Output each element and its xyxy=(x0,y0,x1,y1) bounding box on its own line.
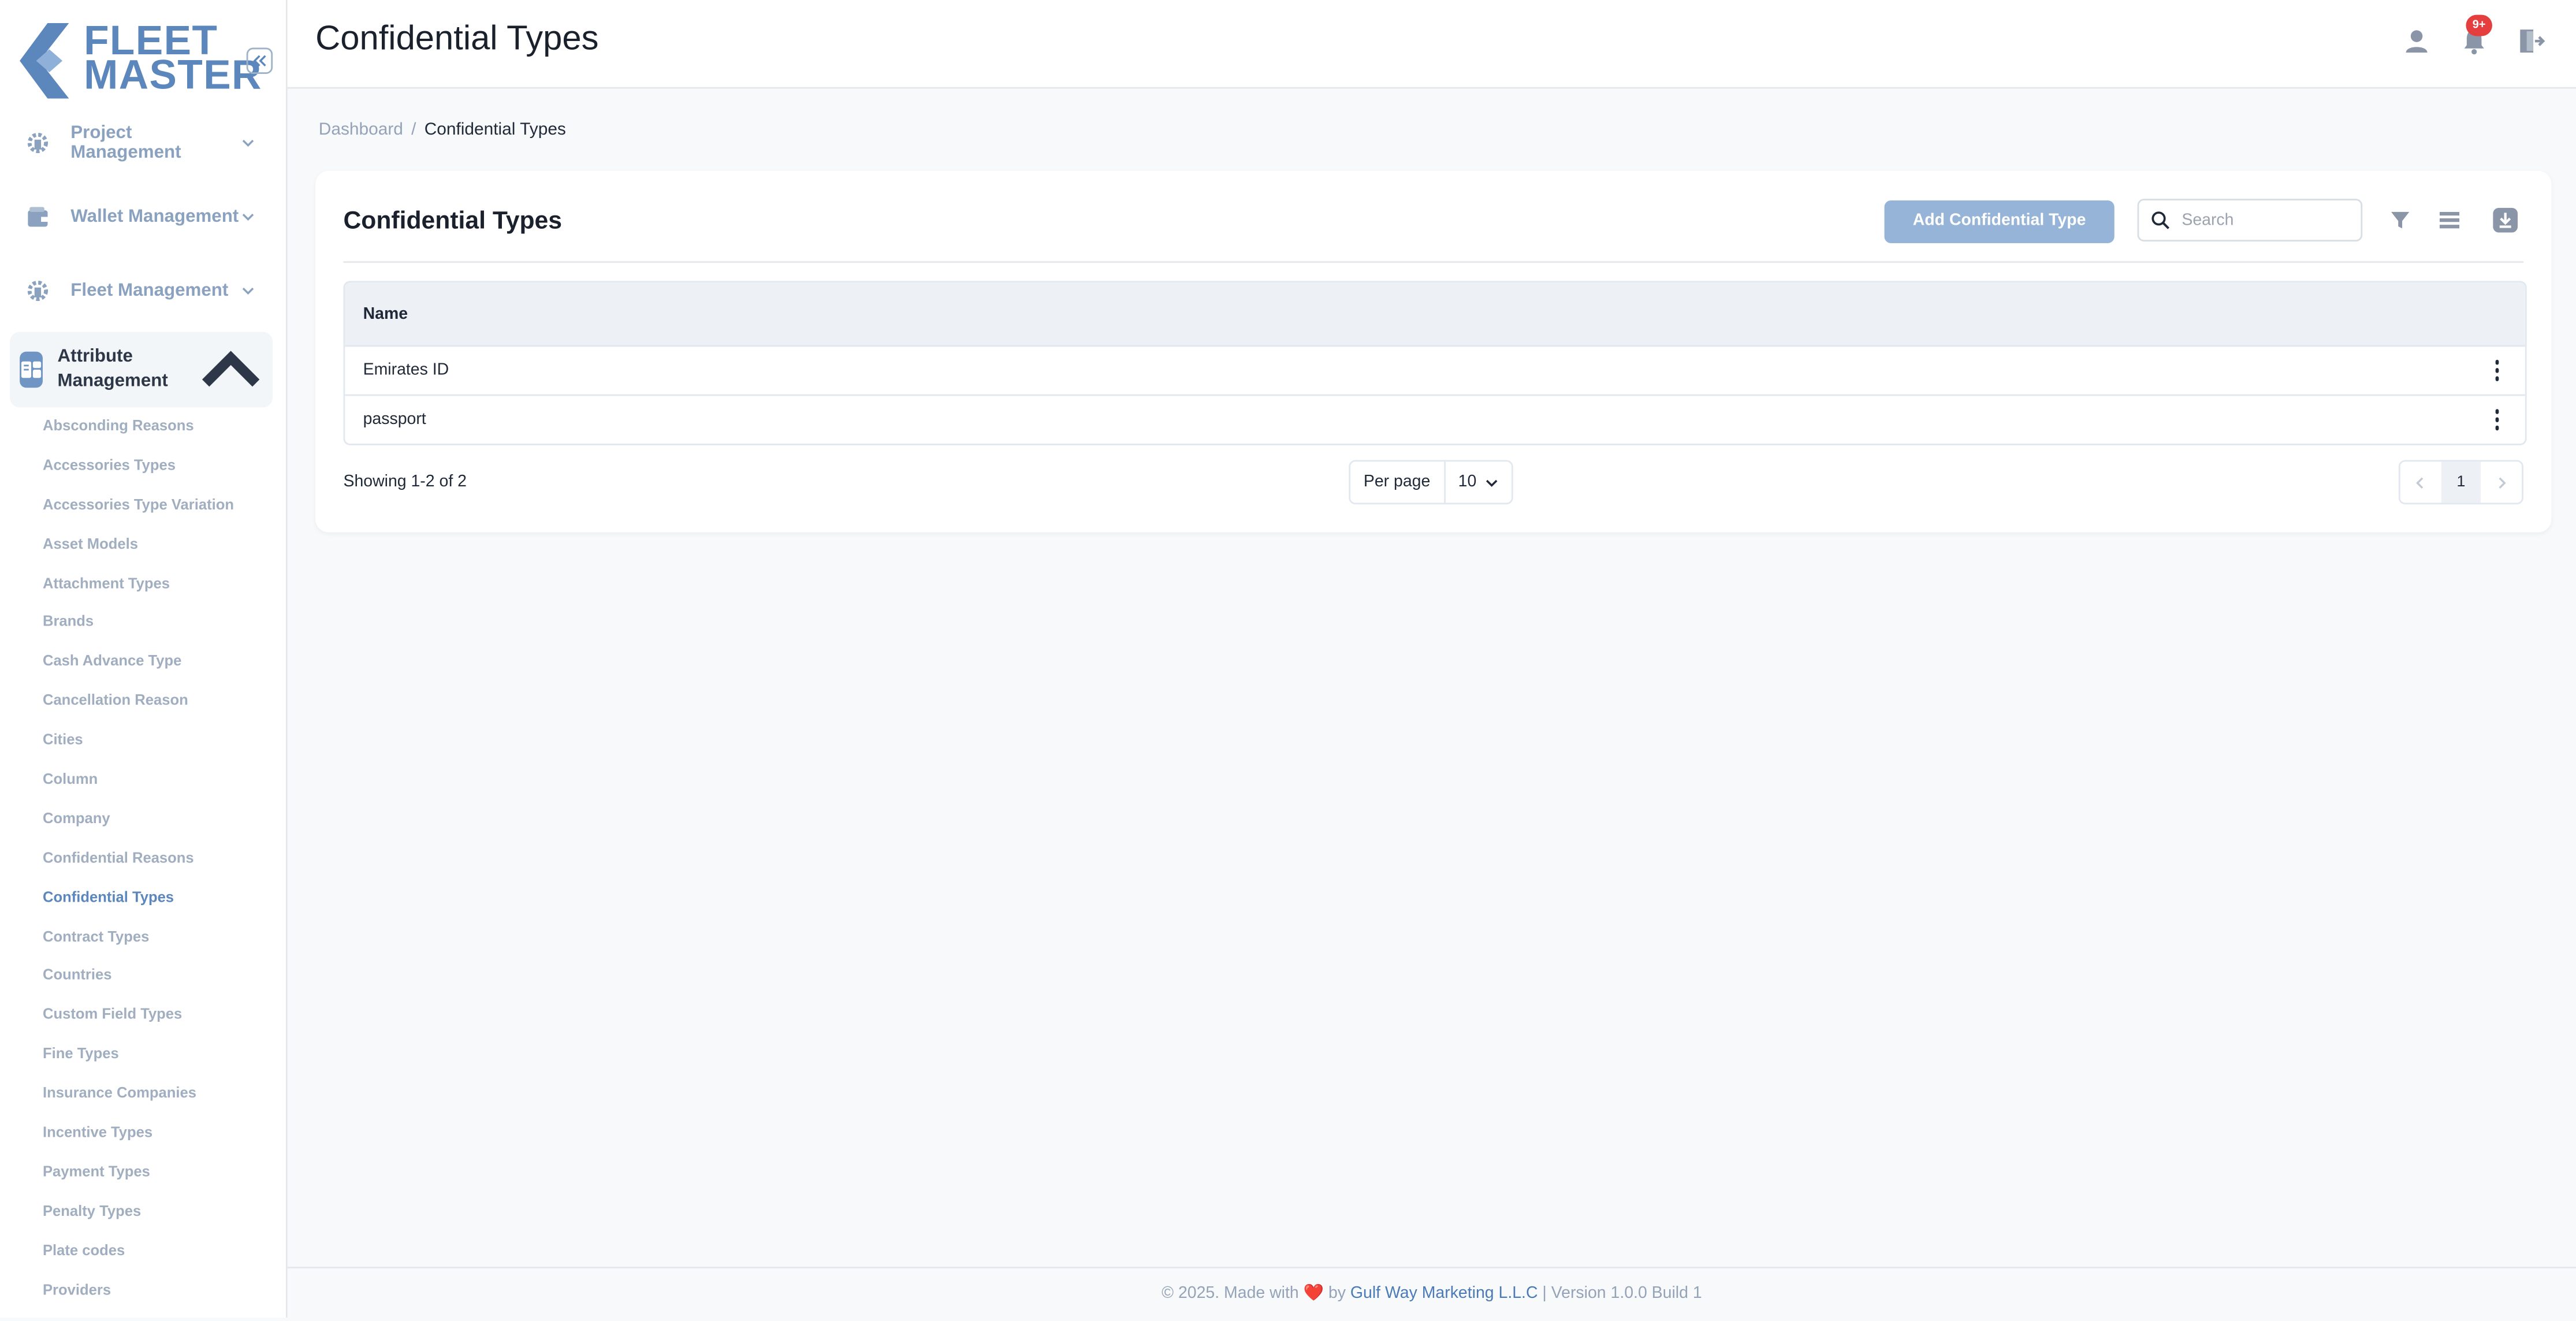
sidebar-item-cancellation-reason[interactable]: Cancellation Reason xyxy=(43,686,234,725)
nav-project-management[interactable]: Project Management xyxy=(10,117,273,169)
search-input[interactable] xyxy=(2178,209,2350,231)
columns-list-icon[interactable] xyxy=(2438,209,2461,232)
sidebar-item-cities[interactable]: Cities xyxy=(43,725,234,764)
logout-icon[interactable] xyxy=(2517,27,2547,56)
chevron-down-icon xyxy=(242,287,254,295)
attribute-submenu: Absconding Reasons Accessories Types Acces… xyxy=(43,411,234,1313)
chevron-right-icon xyxy=(2498,477,2506,488)
table-header: Name xyxy=(345,282,2525,347)
breadcrumb-separator: / xyxy=(411,120,416,140)
per-page-select[interactable]: 10 xyxy=(1445,473,1499,491)
next-page-button[interactable] xyxy=(2481,462,2522,503)
sidebar-item-fine-types[interactable]: Fine Types xyxy=(43,1039,234,1078)
fleet-master-logo[interactable]: FLEET MASTER xyxy=(20,21,261,99)
confidential-types-table: Name Emirates ID passport xyxy=(343,281,2527,445)
sidebar-item-brands[interactable]: Brands xyxy=(43,607,234,646)
chevron-down-icon xyxy=(242,213,254,221)
wallet-icon xyxy=(20,199,56,235)
user-profile-icon[interactable] xyxy=(2402,27,2431,56)
add-confidential-type-button[interactable]: Add Confidential Type xyxy=(1884,200,2115,243)
sidebar-item-plate-codes[interactable]: Plate codes xyxy=(43,1235,234,1274)
pagination: 1 xyxy=(2398,460,2523,505)
logo-mark-icon xyxy=(20,23,69,99)
table-cell-name: Emirates ID xyxy=(363,361,449,380)
chevron-left-icon xyxy=(2417,477,2424,488)
collapse-sidebar-button[interactable] xyxy=(246,47,273,74)
sidebar-item-confidential-reasons[interactable]: Confidential Reasons xyxy=(43,843,234,882)
top-header: Confidential Types 9+ xyxy=(287,0,2576,89)
footer-version: | Version 1.0.0 Build 1 xyxy=(1542,1285,1702,1303)
search-icon xyxy=(2151,211,2170,229)
chevron-down-icon xyxy=(242,139,254,147)
card-divider xyxy=(343,261,2523,263)
per-page-value: 10 xyxy=(1458,473,1477,492)
row-actions-kebab-icon[interactable] xyxy=(2486,358,2509,384)
confidential-types-card: Confidential Types Add Confidential Type… xyxy=(315,170,2552,533)
card-title: Confidential Types xyxy=(343,207,563,235)
nav-group-label: Wallet Management xyxy=(70,207,239,227)
heart-icon: ❤️ xyxy=(1303,1285,1324,1303)
chevron-up-icon xyxy=(202,349,260,386)
sidebar-item-confidential-types[interactable]: Confidential Types xyxy=(43,882,234,921)
table-row[interactable]: Emirates ID xyxy=(345,347,2525,394)
double-chevron-left-icon xyxy=(253,55,266,66)
table-row[interactable]: passport xyxy=(345,394,2525,444)
footer-copyright: © 2025. Made with xyxy=(1162,1285,1299,1303)
logo-line-2: MASTER xyxy=(84,53,262,99)
page-title: Confidential Types xyxy=(315,20,599,58)
footer-by: by xyxy=(1328,1285,1346,1303)
sidebar-item-penalty-types[interactable]: Penalty Types xyxy=(43,1196,234,1235)
nav-group-label: Attribute Management xyxy=(57,347,168,391)
breadcrumb-current: Confidential Types xyxy=(424,120,566,140)
footer-company-link[interactable]: Gulf Way Marketing L.L.C xyxy=(1350,1285,1538,1303)
notification-badge: 9+ xyxy=(2466,14,2492,36)
sidebar: FLEET MASTER Project Management Wallet M… xyxy=(0,0,288,1318)
per-page-control: Per page 10 xyxy=(1349,460,1513,505)
sidebar-item-accessories-types[interactable]: Accessories Types xyxy=(43,450,234,489)
sidebar-item-cash-advance-type[interactable]: Cash Advance Type xyxy=(43,646,234,686)
table-cell-name: passport xyxy=(363,411,426,429)
sidebar-item-countries[interactable]: Countries xyxy=(43,960,234,999)
sidebar-item-absconding-reasons[interactable]: Absconding Reasons xyxy=(43,411,234,450)
showing-count: Showing 1-2 of 2 xyxy=(343,473,467,492)
filter-icon[interactable] xyxy=(2389,209,2412,232)
sidebar-item-asset-models[interactable]: Asset Models xyxy=(43,529,234,568)
attribute-grid-icon xyxy=(20,351,43,388)
sidebar-item-payment-types[interactable]: Payment Types xyxy=(43,1156,234,1196)
sidebar-item-contract-types[interactable]: Contract Types xyxy=(43,921,234,961)
chevron-down-icon xyxy=(1486,479,1497,486)
building-gear-icon xyxy=(20,125,56,161)
sidebar-item-attachment-types[interactable]: Attachment Types xyxy=(43,568,234,607)
sidebar-item-custom-field-types[interactable]: Custom Field Types xyxy=(43,999,234,1039)
per-page-label: Per page xyxy=(1350,462,1445,503)
page-1-button[interactable]: 1 xyxy=(2440,462,2482,503)
column-header-name[interactable]: Name xyxy=(363,305,408,323)
building-gear-icon xyxy=(20,273,56,309)
download-icon[interactable] xyxy=(2492,207,2519,233)
nav-attribute-management[interactable]: Attribute Management xyxy=(10,332,273,408)
sidebar-item-column[interactable]: Column xyxy=(43,764,234,803)
nav-wallet-management[interactable]: Wallet Management xyxy=(10,191,273,243)
prev-page-button[interactable] xyxy=(2400,462,2441,503)
breadcrumb: Dashboard / Confidential Types xyxy=(319,120,566,140)
nav-group-label: Fleet Management xyxy=(70,281,229,301)
nav-group-label: Project Management xyxy=(70,123,181,163)
sidebar-item-incentive-types[interactable]: Incentive Types xyxy=(43,1117,234,1156)
sidebar-item-providers[interactable]: Providers xyxy=(43,1274,234,1313)
nav-fleet-management[interactable]: Fleet Management xyxy=(10,265,273,317)
row-actions-kebab-icon[interactable] xyxy=(2486,407,2509,433)
footer: © 2025. Made with ❤️ by Gulf Way Marketi… xyxy=(287,1267,2576,1320)
sidebar-item-accessories-type-variation[interactable]: Accessories Type Variation xyxy=(43,489,234,529)
sidebar-item-company[interactable]: Company xyxy=(43,803,234,843)
search-box[interactable] xyxy=(2137,199,2363,242)
breadcrumb-dashboard-link[interactable]: Dashboard xyxy=(319,120,403,140)
sidebar-item-insurance-companies[interactable]: Insurance Companies xyxy=(43,1078,234,1117)
